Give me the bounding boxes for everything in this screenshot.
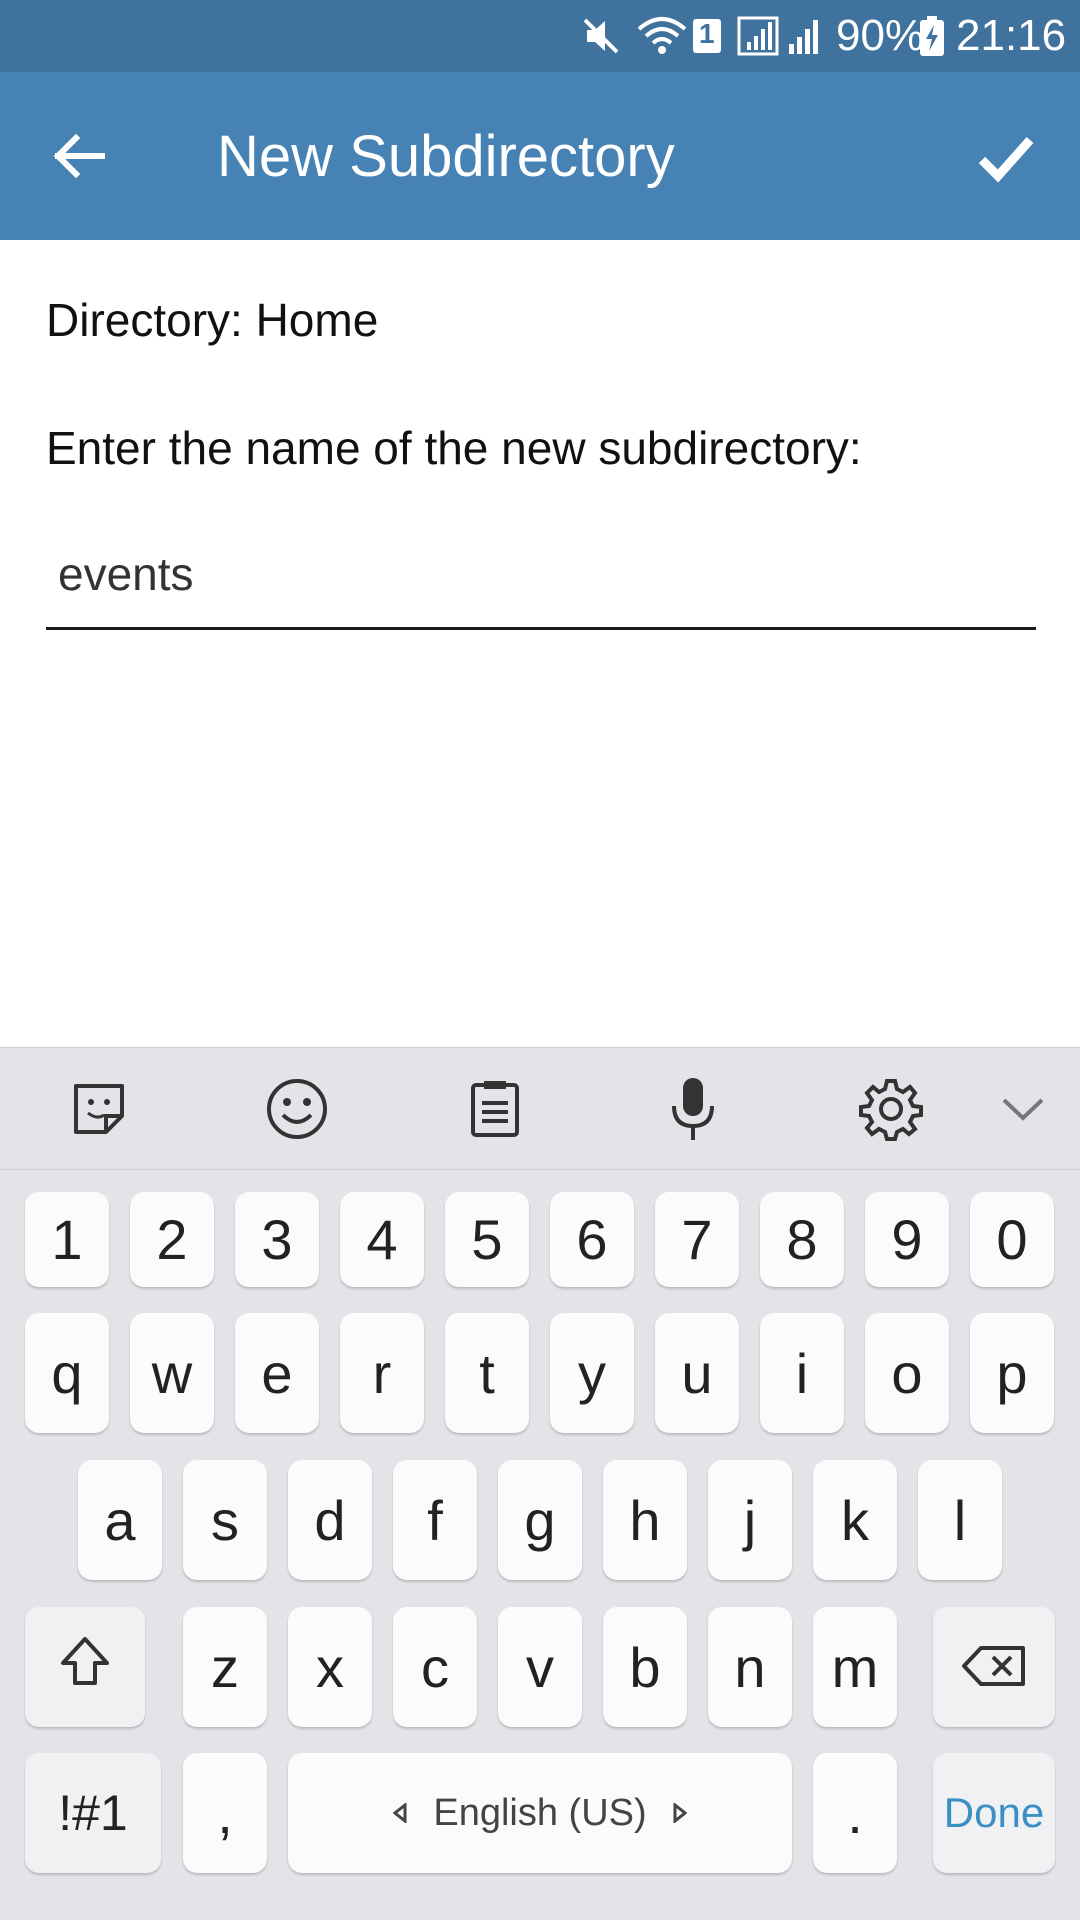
page-title: New Subdirectory — [217, 124, 675, 189]
space-key[interactable]: English (US) — [288, 1753, 792, 1873]
emoji-icon[interactable] — [262, 1074, 332, 1144]
keyboard-toolbar — [0, 1047, 1080, 1170]
symbols-key[interactable]: !#1 — [25, 1753, 161, 1873]
key-b[interactable]: b — [603, 1607, 687, 1727]
language-right-icon — [673, 1803, 687, 1823]
key-e[interactable]: e — [235, 1313, 319, 1433]
key-i[interactable]: i — [760, 1313, 844, 1433]
key-2[interactable]: 2 — [130, 1192, 214, 1287]
app-bar: New Subdirectory — [0, 72, 1080, 240]
key-s[interactable]: s — [183, 1460, 267, 1580]
key-n[interactable]: n — [708, 1607, 792, 1727]
clipboard-icon[interactable] — [460, 1074, 530, 1144]
sticker-icon[interactable] — [64, 1074, 134, 1144]
key-t[interactable]: t — [445, 1313, 529, 1433]
key-4[interactable]: 4 — [340, 1192, 424, 1287]
check-icon[interactable] — [976, 132, 1036, 184]
key-6[interactable]: 6 — [550, 1192, 634, 1287]
wifi-icon — [634, 14, 690, 58]
key-y[interactable]: y — [550, 1313, 634, 1433]
space-language-label: English (US) — [433, 1791, 647, 1834]
key-p[interactable]: p — [970, 1313, 1054, 1433]
name-prompt: Enter the name of the new subdirectory: — [46, 422, 862, 474]
key-l[interactable]: l — [918, 1460, 1002, 1580]
key-w[interactable]: w — [130, 1313, 214, 1433]
key-z[interactable]: z — [183, 1607, 267, 1727]
key-h[interactable]: h — [603, 1460, 687, 1580]
collapse-chevron-icon[interactable] — [988, 1074, 1058, 1144]
period-key[interactable]: . — [813, 1753, 897, 1873]
shift-key[interactable] — [25, 1607, 145, 1727]
key-x[interactable]: x — [288, 1607, 372, 1727]
key-k[interactable]: k — [813, 1460, 897, 1580]
signal-icon — [736, 14, 780, 58]
language-left-icon — [393, 1803, 407, 1823]
settings-icon[interactable] — [856, 1074, 926, 1144]
key-v[interactable]: v — [498, 1607, 582, 1727]
battery-percent: 90% — [836, 11, 925, 60]
key-g[interactable]: g — [498, 1460, 582, 1580]
mute-icon — [582, 14, 622, 58]
clock: 21:16 — [956, 11, 1067, 60]
battery-charging-icon — [918, 14, 946, 58]
signal-icon — [786, 14, 826, 58]
key-q[interactable]: q — [25, 1313, 109, 1433]
key-o[interactable]: o — [865, 1313, 949, 1433]
microphone-icon[interactable] — [658, 1074, 728, 1144]
key-7[interactable]: 7 — [655, 1192, 739, 1287]
key-d[interactable]: d — [288, 1460, 372, 1580]
key-a[interactable]: a — [78, 1460, 162, 1580]
status-bar: 1 90% 21:16 — [0, 0, 1080, 72]
key-1[interactable]: 1 — [25, 1192, 109, 1287]
directory-label: Directory: Home — [46, 294, 379, 346]
back-arrow-icon[interactable] — [50, 132, 106, 180]
backspace-icon — [961, 1635, 1027, 1700]
key-m[interactable]: m — [813, 1607, 897, 1727]
key-c[interactable]: c — [393, 1607, 477, 1727]
key-3[interactable]: 3 — [235, 1192, 319, 1287]
key-u[interactable]: u — [655, 1313, 739, 1433]
key-r[interactable]: r — [340, 1313, 424, 1433]
key-9[interactable]: 9 — [865, 1192, 949, 1287]
backspace-key[interactable] — [933, 1607, 1055, 1727]
key-j[interactable]: j — [708, 1460, 792, 1580]
keyboard: 1 2 3 4 5 6 7 8 9 0 q w e r t y u i o p a s d f g h j k l z x c v b n m !#1,… — [0, 1047, 1080, 1920]
sim-badge: 1 — [699, 18, 715, 49]
comma-key[interactable]: , — [183, 1753, 267, 1873]
key-0[interactable]: 0 — [970, 1192, 1054, 1287]
subdirectory-name-input[interactable] — [46, 520, 1036, 630]
done-key[interactable]: Done — [933, 1753, 1055, 1873]
key-8[interactable]: 8 — [760, 1192, 844, 1287]
shift-icon — [57, 1633, 113, 1702]
key-5[interactable]: 5 — [445, 1192, 529, 1287]
key-f[interactable]: f — [393, 1460, 477, 1580]
